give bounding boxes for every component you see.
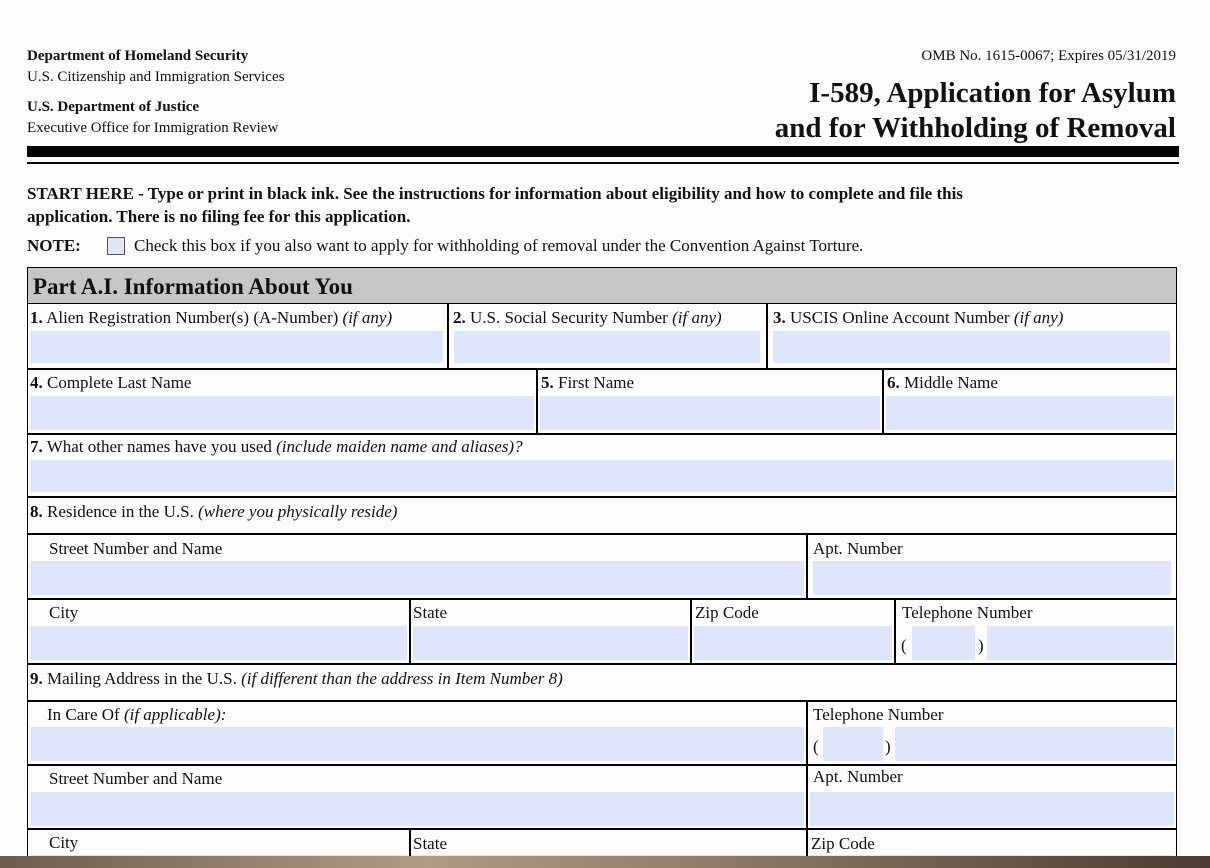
item4-label: 4. Complete Last Name xyxy=(30,373,192,392)
item8-label: 8. Residence in the U.S. (where you phys… xyxy=(30,502,398,521)
ssn-field[interactable] xyxy=(454,331,760,363)
uscis-account-field[interactable] xyxy=(773,331,1170,363)
mail-city-label: City xyxy=(49,833,79,852)
instructions-line1: START HERE - Type or print in black ink.… xyxy=(27,184,963,203)
item3-label: 3. USCIS Online Account Number (if any) xyxy=(773,308,1064,327)
in-care-of-field[interactable] xyxy=(30,727,804,761)
res-zip-label: Zip Code xyxy=(695,603,759,622)
note-label: NOTE: xyxy=(27,236,81,255)
res-state-field[interactable] xyxy=(413,626,688,660)
a-number-field[interactable] xyxy=(30,331,443,363)
header-rule-thick xyxy=(27,146,1179,157)
mail-area-close-paren: ) xyxy=(885,737,891,756)
res-zip-field[interactable] xyxy=(694,626,892,660)
instructions-line2: application. There is no filing fee for … xyxy=(27,207,411,226)
res-city-label: City xyxy=(49,603,79,622)
note-text: Check this box if you also want to apply… xyxy=(134,236,864,255)
item1-label: 1. Alien Registration Number(s) (A-Numbe… xyxy=(30,308,393,327)
mail-street-label: Street Number and Name xyxy=(49,769,223,788)
middle-name-field[interactable] xyxy=(886,396,1174,430)
mail-state-label: State xyxy=(413,834,447,853)
in-care-of-label: In Care Of (if applicable): xyxy=(47,705,227,724)
header-rule-thin xyxy=(27,162,1179,164)
part-a1-form: Part A.I. Information About You 1. Alien… xyxy=(27,267,1179,860)
item9-label: 9. Mailing Address in the U.S. (if diffe… xyxy=(30,669,563,688)
omb-number: OMB No. 1615-0067; Expires 05/31/2019 xyxy=(921,48,1176,64)
mail-street-field[interactable] xyxy=(30,792,804,826)
agency-doj: U.S. Department of Justice xyxy=(27,99,200,115)
first-name-field[interactable] xyxy=(540,396,880,430)
form-title-line1: I-589, Application for Asylum xyxy=(809,77,1176,109)
item2-label: 2. U.S. Social Security Number (if any) xyxy=(453,308,722,327)
mail-telephone-label: Telephone Number xyxy=(813,705,944,724)
res-area-close-paren: ) xyxy=(978,636,984,655)
res-phone-field[interactable] xyxy=(987,626,1174,660)
last-name-field[interactable] xyxy=(30,396,534,430)
mail-apt-field[interactable] xyxy=(810,792,1174,826)
res-apt-field[interactable] xyxy=(813,561,1171,595)
cat-withholding-checkbox[interactable] xyxy=(107,237,125,255)
item7-label: 7. What other names have you used (inclu… xyxy=(30,437,523,456)
mail-phone-field[interactable] xyxy=(895,727,1174,761)
other-names-field[interactable] xyxy=(30,460,1174,492)
mail-area-code-field[interactable] xyxy=(823,727,883,761)
mail-apt-label: Apt. Number xyxy=(813,767,903,786)
part-a1-title: Part A.I. Information About You xyxy=(33,274,353,299)
item5-label: 5. First Name xyxy=(541,373,635,392)
res-area-open-paren: ( xyxy=(901,636,907,655)
res-telephone-label: Telephone Number xyxy=(902,603,1033,622)
item6-label: 6. Middle Name xyxy=(887,373,998,392)
res-area-code-field[interactable] xyxy=(912,626,975,660)
agency-dhs: Department of Homeland Security xyxy=(27,48,249,64)
part-a1-header: Part A.I. Information About You xyxy=(27,267,1177,304)
res-apt-label: Apt. Number xyxy=(813,539,903,558)
form-title-line2: and for Withholding of Removal xyxy=(774,112,1176,144)
agency-uscis: U.S. Citizenship and Immigration Service… xyxy=(27,69,285,85)
mail-area-open-paren: ( xyxy=(813,737,819,756)
agency-eoir: Executive Office for Immigration Review xyxy=(27,120,279,136)
res-state-label: State xyxy=(413,603,447,622)
form-page: Department of Homeland Security U.S. Cit… xyxy=(0,0,1210,860)
mail-zip-label: Zip Code xyxy=(811,834,875,853)
res-city-field[interactable] xyxy=(30,626,407,660)
res-street-label: Street Number and Name xyxy=(49,539,223,558)
background-surface xyxy=(0,856,1210,868)
res-street-field[interactable] xyxy=(30,561,804,595)
